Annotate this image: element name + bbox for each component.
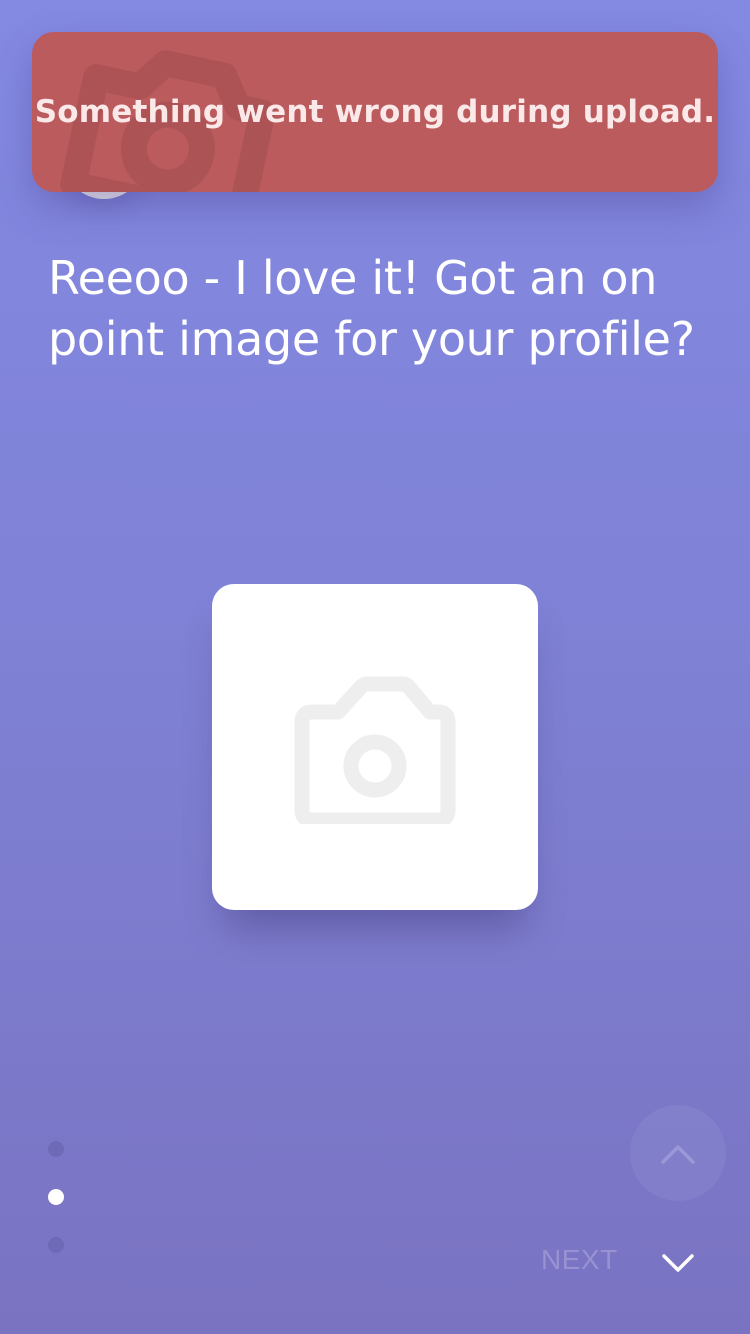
- pagination-dot[interactable]: [48, 1237, 64, 1253]
- title-line-2: point image for your profile?: [48, 312, 695, 366]
- photo-upload-button[interactable]: [212, 584, 538, 910]
- previous-button[interactable]: [630, 1105, 726, 1201]
- camera-icon: [294, 676, 456, 824]
- chevron-down-icon: [662, 1254, 694, 1272]
- pagination-dot-active[interactable]: [48, 1189, 64, 1205]
- next-arrow-button[interactable]: [654, 1238, 702, 1286]
- page-title: Reeoo - I love it! Got an on point image …: [48, 248, 728, 370]
- chevron-up-icon: [661, 1145, 695, 1164]
- pagination-dot[interactable]: [48, 1141, 64, 1157]
- error-toast: Something went wrong during upload.: [32, 32, 718, 192]
- next-button[interactable]: NEXT: [541, 1244, 618, 1276]
- pagination-dots: [48, 1141, 64, 1285]
- title-line-1: Reeoo - I love it! Got an on: [48, 251, 658, 305]
- toast-message: Something went wrong during upload.: [34, 94, 716, 130]
